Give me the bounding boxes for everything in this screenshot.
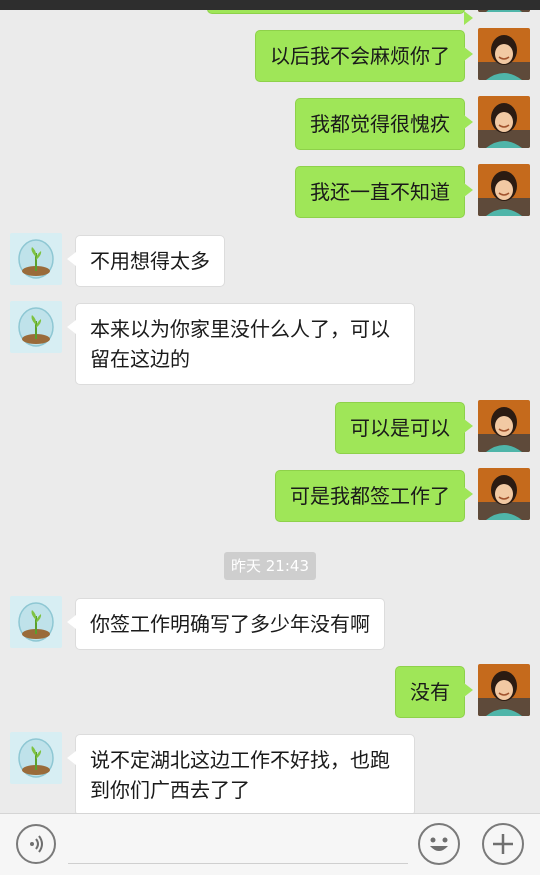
- status-bar: [0, 0, 540, 10]
- more-button[interactable]: [482, 823, 524, 865]
- avatar-me[interactable]: [478, 164, 530, 216]
- avatar-other[interactable]: [10, 301, 62, 353]
- avatar-lightbulb-plant-image: [10, 301, 62, 353]
- message-bubble[interactable]: 说不定湖北这边工作不好找，也跑 到你们广西去了了: [67, 734, 415, 813]
- avatar-girl-image: [478, 10, 530, 12]
- avatar-me[interactable]: [478, 10, 530, 12]
- message-bubble[interactable]: 不用想得太多: [67, 235, 225, 287]
- message-bubble[interactable]: 以后我不会麻烦你了: [255, 30, 473, 82]
- message-bubble[interactable]: 本来以为你家里没什么人了，可以 留在这边的: [67, 303, 415, 385]
- chat-area[interactable]: 以后我不会麻烦你了 我都觉得很愧疚 我还一直不知道 不用想得太多 本来以为你家里…: [0, 10, 540, 813]
- message-bubble[interactable]: 你签工作明确写了多少年没有啊: [67, 598, 385, 650]
- avatar-other[interactable]: [10, 732, 62, 784]
- message-bubble-partial: [207, 10, 473, 25]
- avatar-girl-image: [478, 664, 530, 716]
- avatar-other[interactable]: [10, 233, 62, 285]
- emoji-button[interactable]: [418, 823, 460, 865]
- message-bubble[interactable]: 可是我都签工作了: [275, 470, 473, 522]
- voice-button[interactable]: [16, 824, 56, 864]
- message-bubble[interactable]: 我都觉得很愧疚: [295, 98, 473, 150]
- message-bubble[interactable]: 没有: [395, 666, 473, 718]
- avatar-me[interactable]: [478, 400, 530, 452]
- avatar-other[interactable]: [10, 596, 62, 648]
- emoji-icon: [430, 837, 448, 851]
- avatar-girl-image: [478, 96, 530, 148]
- voice-icon: [30, 835, 43, 853]
- avatar-girl-image: [478, 400, 530, 452]
- input-bar: [0, 813, 540, 875]
- avatar-girl-image: [478, 164, 530, 216]
- avatar-lightbulb-plant-image: [10, 596, 62, 648]
- avatar-girl-image: [478, 28, 530, 80]
- timestamp: 昨天 21:43: [224, 552, 316, 580]
- avatar-lightbulb-plant-image: [10, 732, 62, 784]
- avatar-me[interactable]: [478, 664, 530, 716]
- avatar-me[interactable]: [478, 96, 530, 148]
- message-bubble[interactable]: 我还一直不知道: [295, 166, 473, 218]
- avatar-me[interactable]: [478, 468, 530, 520]
- avatar-me[interactable]: [478, 28, 530, 80]
- avatar-lightbulb-plant-image: [10, 233, 62, 285]
- input-underline: [68, 863, 408, 864]
- avatar-girl-image: [478, 468, 530, 520]
- plus-icon: [493, 834, 513, 854]
- message-input[interactable]: [68, 826, 412, 864]
- message-bubble[interactable]: 可以是可以: [335, 402, 473, 454]
